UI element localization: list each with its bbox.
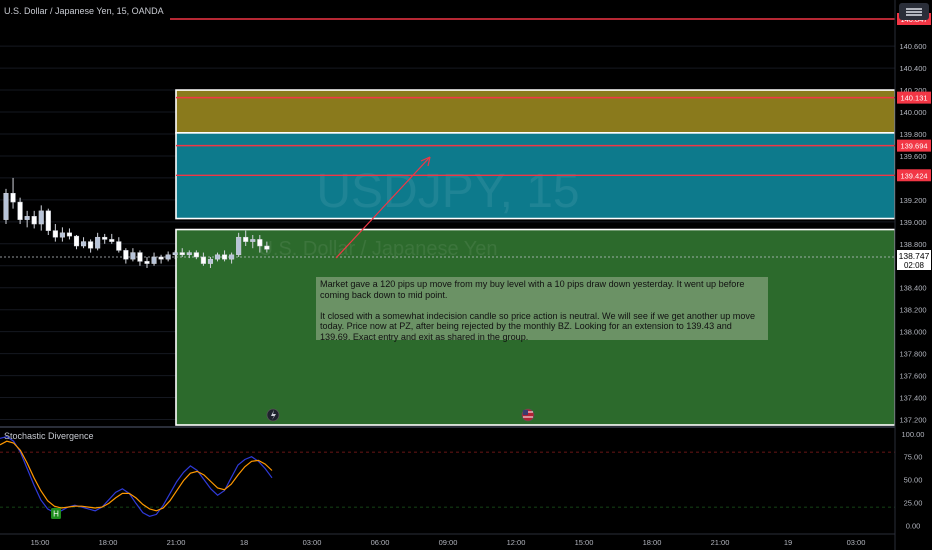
candle <box>59 227 65 242</box>
time-tick-label: 03:00 <box>303 538 322 547</box>
price-tick-label: 138.200 <box>899 306 926 315</box>
oscillator-fast-line <box>0 435 273 517</box>
candle <box>17 197 23 225</box>
oscillator-tick-label: 25.00 <box>904 499 923 508</box>
price-tick-label: 137.200 <box>899 416 926 425</box>
price-tick-label: 137.400 <box>899 394 926 403</box>
time-tick-label: 15:00 <box>31 538 50 547</box>
price-tick-label: 139.200 <box>899 196 926 205</box>
candle <box>151 252 157 266</box>
candle <box>38 205 44 231</box>
candle <box>45 208 51 236</box>
current-price-value: 138.747 <box>899 251 930 261</box>
time-tick-label: 21:00 <box>711 538 730 547</box>
candle <box>144 256 150 268</box>
candle <box>24 210 30 228</box>
candle <box>3 188 9 225</box>
time-tick-label: 19 <box>784 538 792 547</box>
svg-text:H: H <box>53 510 59 519</box>
candle <box>52 224 58 242</box>
candle <box>88 239 94 253</box>
time-tick-label: 21:00 <box>167 538 186 547</box>
candle <box>31 210 37 229</box>
note-annotation[interactable]: Market gave a 120 pips up move from my b… <box>316 277 768 342</box>
candle <box>109 233 115 244</box>
price-tick-label: 137.600 <box>899 372 926 381</box>
svg-text:140.131: 140.131 <box>900 94 927 103</box>
price-tick-label: 140.000 <box>899 108 926 117</box>
candle <box>102 233 108 244</box>
svg-text:139.694: 139.694 <box>900 142 927 151</box>
oscillator: H <box>0 435 895 519</box>
time-tick-label: 18:00 <box>99 538 118 547</box>
oscillator-tick-label: 75.00 <box>904 453 923 462</box>
price-tick-label: 138.800 <box>899 240 926 249</box>
chart-svg[interactable]: USDJPY, 15 U.S. Dollar / Japanese Yen H … <box>0 0 932 550</box>
time-tick-label: 18 <box>240 538 248 547</box>
price-axis-bg <box>895 0 932 550</box>
candle <box>158 254 164 264</box>
time-tick-label: 15:00 <box>575 538 594 547</box>
chart-title: U.S. Dollar / Japanese Yen, 15, OANDA <box>4 6 164 16</box>
candle <box>66 228 73 240</box>
oscillator-tick-label: 50.00 <box>904 476 923 485</box>
zone-upper <box>175 89 896 134</box>
price-tick-label: 139.600 <box>899 152 926 161</box>
candle <box>123 248 129 264</box>
candle <box>116 237 122 253</box>
oscillator-hidden-divergence-marker: H <box>51 508 61 519</box>
candle <box>73 235 80 250</box>
time-tick-label: 09:00 <box>439 538 458 547</box>
price-level-label: 139.424 <box>897 169 931 182</box>
price-tick-label: 139.000 <box>899 218 926 227</box>
oscillator-tick-label: 0.00 <box>906 521 921 530</box>
time-tick-label: 12:00 <box>507 538 526 547</box>
time-tick-label: 18:00 <box>643 538 662 547</box>
candle <box>10 177 16 209</box>
svg-text:139.424: 139.424 <box>900 171 927 180</box>
watermark-symbol: USDJPY, 15 <box>316 165 579 218</box>
time-axis: 15:00 18:00 21:00 18 03:00 06:00 09:00 12:00 15:… <box>31 538 866 547</box>
current-price-label: 138.747 02:08 <box>897 250 931 270</box>
note-paragraph-2: It closed with a somewhat indecision can… <box>320 310 756 342</box>
candle <box>130 248 136 262</box>
price-tick-label: 138.400 <box>899 284 926 293</box>
time-tick-label: 06:00 <box>371 538 390 547</box>
lightning-event-icon[interactable] <box>266 408 280 422</box>
chart-window: USDJPY, 15 U.S. Dollar / Japanese Yen H … <box>0 0 932 550</box>
price-tick-label: 139.800 <box>899 130 926 139</box>
oscillator-title: Stochastic Divergence <box>4 431 94 441</box>
note-paragraph-1: Market gave a 120 pips up move from my b… <box>320 279 745 300</box>
candle <box>81 237 87 249</box>
oscillator-tick-label: 100.00 <box>902 430 925 439</box>
price-tick-label: 140.400 <box>899 64 926 73</box>
countdown-value: 02:08 <box>904 261 925 270</box>
candle <box>165 251 171 262</box>
price-level-label: 140.131 <box>897 91 931 104</box>
candle <box>137 250 143 266</box>
time-tick-label: 03:00 <box>847 538 866 547</box>
price-tick-label: 140.600 <box>899 42 926 51</box>
menu-button[interactable] <box>899 3 929 20</box>
price-tick-label: 137.800 <box>899 350 926 359</box>
candle <box>95 232 101 251</box>
price-level-label: 139.694 <box>897 139 931 152</box>
us-flag-event-icon[interactable] <box>521 408 535 422</box>
price-tick-label: 138.000 <box>899 328 926 337</box>
